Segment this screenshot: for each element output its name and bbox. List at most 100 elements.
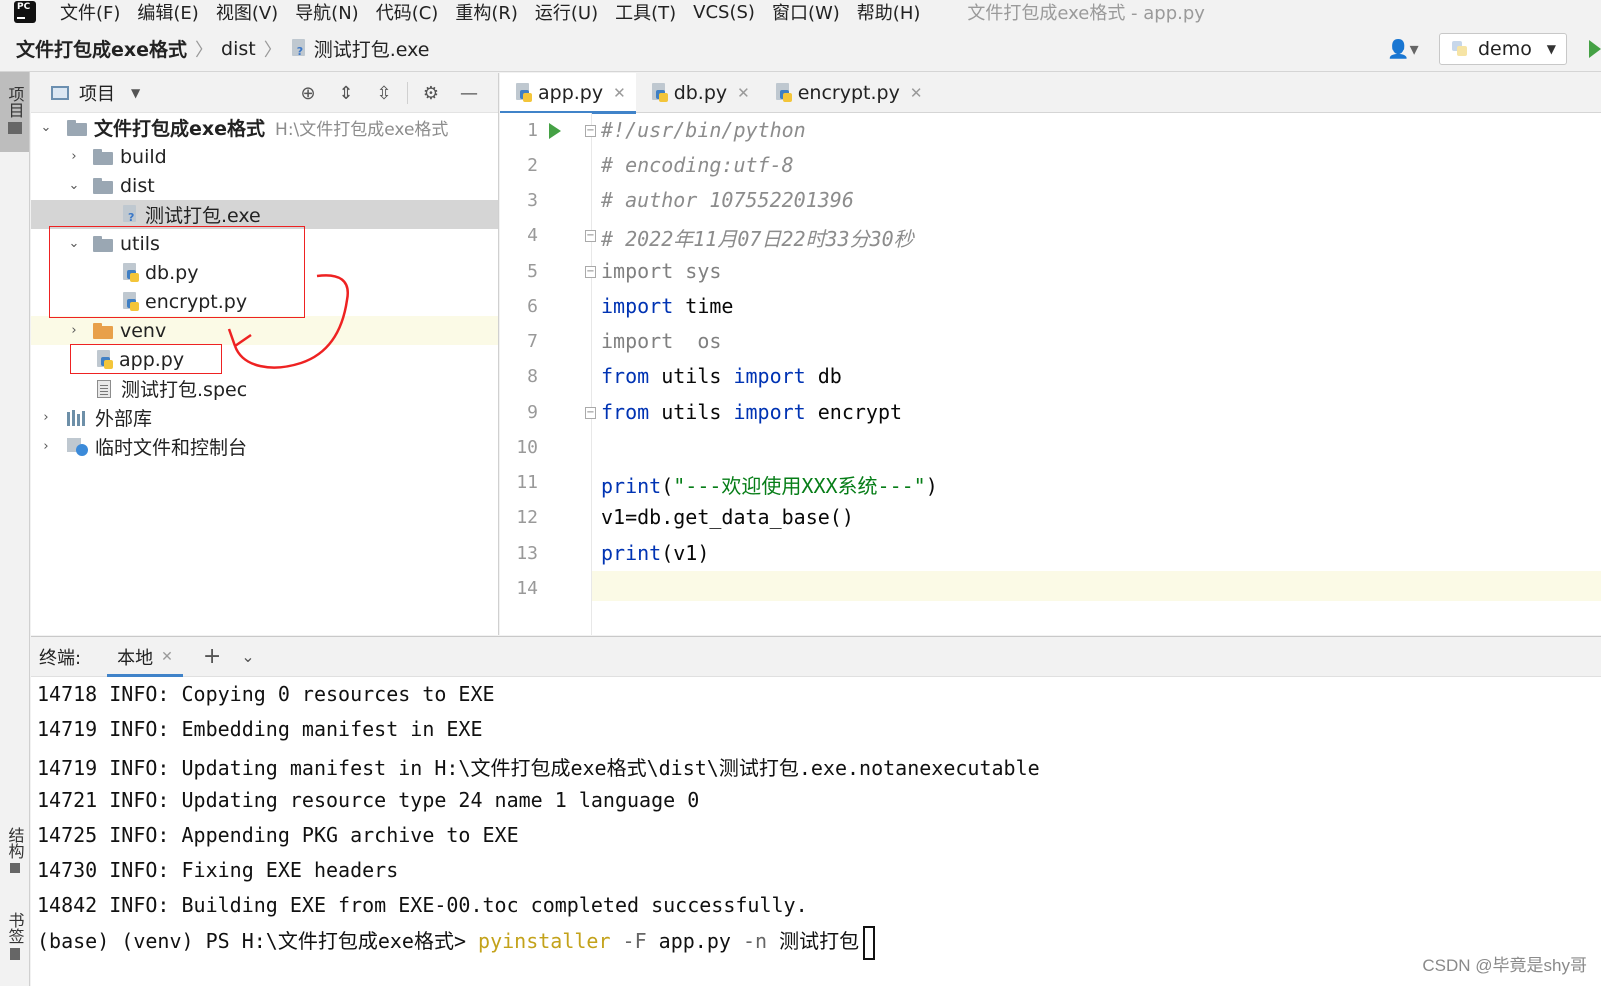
chevron-down-icon[interactable]: ⌄ — [67, 236, 81, 251]
tree-item-test-exe[interactable]: ? 测试打包.exe — [31, 200, 498, 229]
fold-icon[interactable]: − — [585, 266, 596, 278]
unknown-file-icon: ? — [121, 204, 139, 225]
chevron-down-icon[interactable]: ▼ — [131, 86, 140, 100]
code-line[interactable]: # author 107552201396 — [601, 188, 854, 212]
python-file-icon — [121, 262, 139, 283]
menu-run[interactable]: 运行(U) — [535, 0, 598, 25]
breadcrumb-folder[interactable]: dist — [221, 38, 256, 60]
tab-label: app.py — [538, 82, 604, 104]
bookmarks-tool-tab[interactable]: 书签 — [0, 912, 29, 972]
code-line[interactable]: print("---欢迎使用XXX系统---") — [601, 470, 938, 499]
terminal-input-line[interactable]: (base) (venv) PS H:\文件打包成exe格式> pyinstal… — [37, 925, 876, 960]
menu-tools[interactable]: 工具(T) — [615, 0, 676, 25]
code-line[interactable]: # 2022年11月07日22时33分30秒 — [601, 223, 914, 252]
collapse-all-icon[interactable]: ⇳ — [365, 81, 403, 105]
chevron-right-icon[interactable]: › — [39, 439, 53, 454]
breadcrumb-file[interactable]: ? 测试打包.exe — [290, 35, 429, 62]
code-line[interactable]: print(v1) — [601, 541, 709, 565]
menu-refactor[interactable]: 重构(R) — [455, 0, 518, 25]
run-config-selector[interactable]: demo ▼ — [1439, 33, 1567, 65]
tree-item-label: utils — [120, 232, 160, 255]
code-line[interactable]: #!/usr/bin/python — [601, 118, 806, 142]
menu-file[interactable]: 文件(F) — [60, 0, 120, 25]
menu-navigate[interactable]: 导航(N) — [295, 0, 359, 25]
code-line[interactable]: import os — [601, 329, 721, 353]
chevron-down-icon[interactable]: ⌄ — [39, 120, 53, 135]
gear-icon[interactable]: ⚙ — [412, 81, 450, 105]
close-icon[interactable]: ✕ — [613, 84, 626, 102]
run-config-label: demo — [1478, 38, 1532, 60]
editor-gutter: 1 2 3 4 5 6 7 8 9 10 11 12 13 14 − − − − — [500, 113, 596, 635]
folder-icon — [93, 177, 113, 194]
project-tool-tab-label: 项目 — [5, 86, 25, 118]
close-icon[interactable]: ✕ — [161, 649, 173, 665]
line-number: 9 — [527, 402, 538, 423]
line-number: 10 — [516, 437, 538, 458]
tab-app-py[interactable]: app.py ✕ — [500, 73, 636, 114]
tab-label: db.py — [673, 82, 728, 104]
code-line[interactable]: import sys — [601, 259, 721, 283]
expand-all-icon[interactable]: ⇕ — [327, 81, 365, 105]
close-icon[interactable]: ✕ — [737, 84, 750, 102]
tree-item-scratches[interactable]: › 临时文件和控制台 — [31, 432, 498, 461]
tree-item-external-libraries[interactable]: › 外部库 — [31, 403, 498, 432]
run-icon[interactable] — [549, 123, 561, 139]
tree-item-path: H:\文件打包成exe格式 — [275, 120, 449, 140]
menu-help[interactable]: 帮助(H) — [857, 0, 921, 25]
code-line[interactable]: from utils import db — [601, 364, 842, 388]
breadcrumb-project[interactable]: 文件打包成exe格式 — [16, 35, 187, 62]
code-line[interactable]: from utils import encrypt — [601, 400, 902, 424]
python-icon — [1452, 41, 1468, 57]
pycharm-logo-icon[interactable]: PC — [10, 0, 36, 23]
menu-vcs[interactable]: VCS(S) — [693, 2, 755, 23]
text-cursor — [863, 925, 876, 960]
tree-item-utils[interactable]: ⌄ utils — [31, 229, 498, 258]
line-number: 3 — [527, 190, 538, 211]
chevron-right-icon[interactable]: › — [67, 323, 81, 338]
folder-icon — [93, 148, 113, 165]
tree-item-build[interactable]: › build — [31, 142, 498, 171]
project-panel: 项目 ▼ ⊕ ⇕ ⇳ ⚙ — ⌄ 文件打包成exe格式 H:\文件打包成exe格… — [31, 73, 499, 635]
code-line[interactable]: v1=db.get_data_base() — [601, 505, 854, 529]
watermark: CSDN @毕竟是shy哥 — [1422, 956, 1587, 975]
line-number: 4 — [527, 225, 538, 246]
line-number: 1 — [527, 120, 538, 141]
menu-edit[interactable]: 编辑(E) — [137, 0, 198, 25]
add-icon[interactable]: + — [203, 644, 221, 669]
tree-item-project-root[interactable]: ⌄ 文件打包成exe格式 H:\文件打包成exe格式 — [31, 113, 498, 142]
run-icon[interactable] — [1589, 40, 1601, 58]
terminal-output-line: 14730 INFO: Fixing EXE headers — [37, 858, 399, 882]
user-account-icon[interactable]: 👤▾ — [1383, 34, 1423, 64]
minimize-icon[interactable]: — — [450, 81, 488, 105]
fold-icon[interactable]: − — [585, 125, 596, 137]
menu-view[interactable]: 视图(V) — [216, 0, 278, 25]
chevron-right-icon[interactable]: › — [39, 410, 53, 425]
tab-label: encrypt.py — [797, 82, 900, 104]
structure-tool-tab[interactable]: 结构 — [0, 827, 29, 887]
text-file-icon — [97, 379, 111, 398]
project-panel-title[interactable]: 项目 — [79, 80, 115, 106]
library-icon — [67, 409, 87, 426]
tree-item-dist[interactable]: ⌄ dist — [31, 171, 498, 200]
tab-db-py[interactable]: db.py ✕ — [636, 73, 760, 113]
bookmarks-tool-tab-label: 书签 — [5, 912, 25, 944]
folder-icon — [93, 235, 113, 252]
close-icon[interactable]: ✕ — [910, 84, 923, 102]
fold-icon[interactable]: − — [585, 407, 596, 419]
locate-icon[interactable]: ⊕ — [289, 81, 327, 105]
tab-terminal-local[interactable]: 本地 ✕ — [107, 637, 183, 677]
annotation-arrow — [227, 274, 350, 369]
terminal-output-line: 14842 INFO: Building EXE from EXE-00.toc… — [37, 893, 808, 917]
code-line[interactable]: # encoding:utf-8 — [601, 153, 794, 177]
menu-code[interactable]: 代码(C) — [376, 0, 439, 25]
fold-icon[interactable]: − — [585, 230, 596, 242]
bookmark-icon — [9, 948, 20, 960]
menu-window[interactable]: 窗口(W) — [772, 0, 840, 25]
current-line-highlight — [592, 571, 1601, 601]
chevron-down-icon[interactable]: ⌄ — [241, 647, 254, 666]
code-line[interactable]: import time — [601, 294, 733, 318]
project-tool-tab[interactable]: 项目 — [0, 72, 29, 152]
chevron-right-icon[interactable]: › — [67, 149, 81, 164]
chevron-down-icon[interactable]: ⌄ — [67, 178, 81, 193]
tab-encrypt-py[interactable]: encrypt.py ✕ — [760, 73, 933, 113]
